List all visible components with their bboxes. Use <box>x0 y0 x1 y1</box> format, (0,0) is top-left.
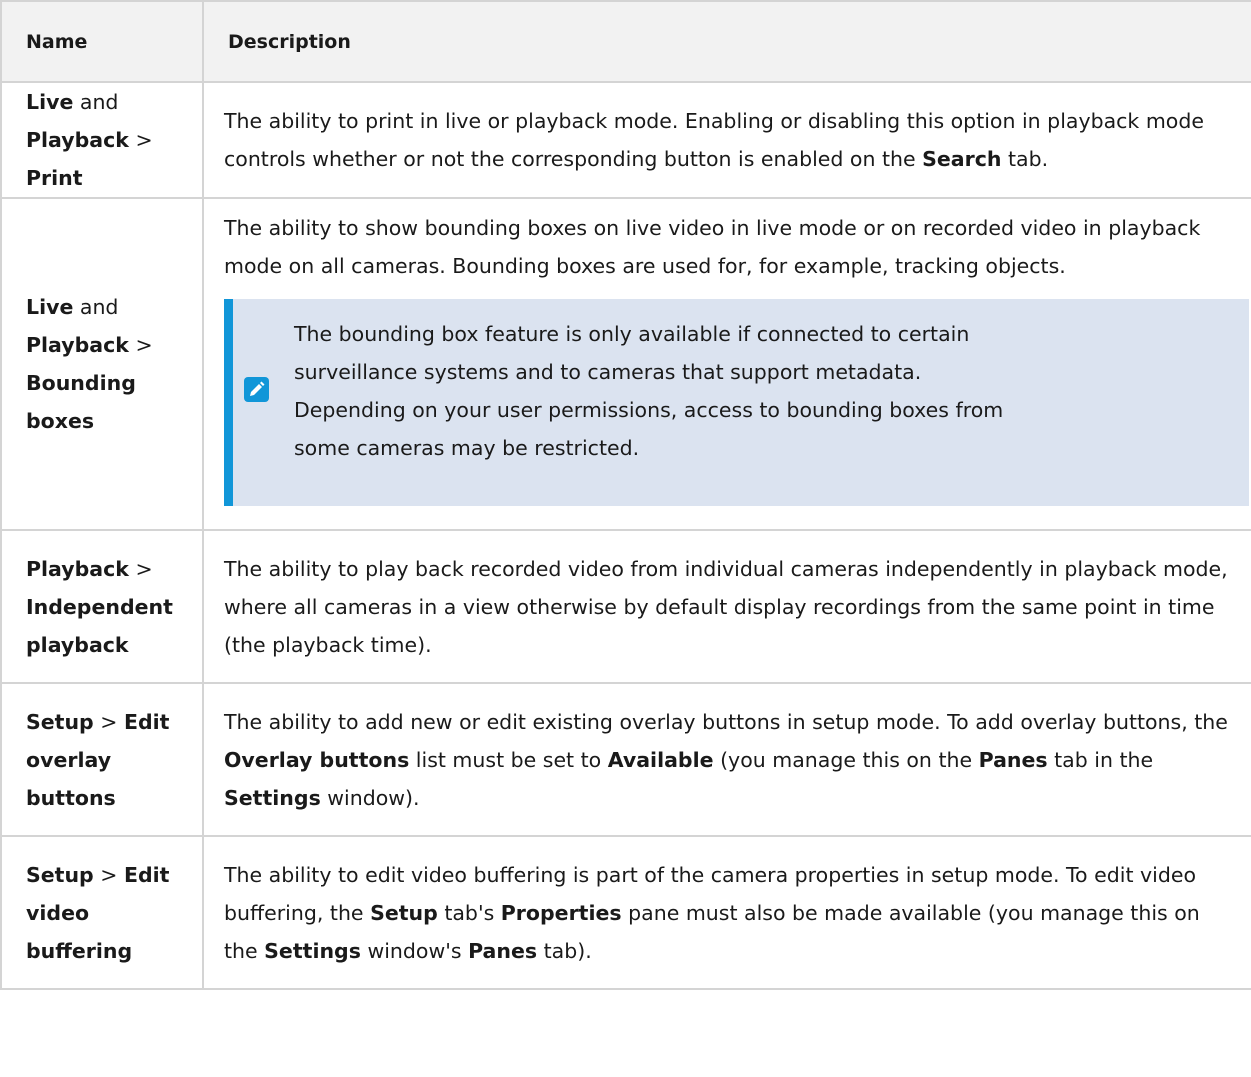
table-row: Live and Playback > Print The ability to… <box>0 82 1251 199</box>
description-part: The ability to add new or edit existing … <box>224 709 1228 734</box>
description-text: The ability to show bounding boxes on li… <box>224 216 1201 278</box>
description-part: window). <box>320 785 420 810</box>
name-part: Setup <box>26 709 94 734</box>
name-part: Independent playback <box>26 594 173 657</box>
description-part: Panes <box>978 747 1048 772</box>
name-part: Playback <box>26 333 129 357</box>
name-part: > <box>128 333 153 357</box>
permission-description: The ability to print in live or playback… <box>202 82 1251 199</box>
name-part: Live <box>26 90 74 114</box>
description-part: Setup <box>370 900 438 925</box>
description-part: Settings <box>264 938 361 963</box>
name-part: Live <box>26 295 74 319</box>
name-part: > <box>128 556 153 581</box>
table-header-row: Name Description <box>0 0 1251 83</box>
permission-description: The ability to edit video buffering is p… <box>202 836 1251 990</box>
description-part: list must be set to <box>409 747 608 772</box>
permission-name: Playback > Independent playback <box>0 530 204 684</box>
name-part: Playback <box>26 128 129 152</box>
permission-name: Setup > Edit video buffering <box>0 836 204 990</box>
name-part: > <box>93 709 124 734</box>
table-row: Setup > Edit video buffering The ability… <box>0 836 1251 990</box>
permission-description: The ability to play back recorded video … <box>202 530 1251 684</box>
name-part: > <box>128 128 153 152</box>
description-part: tab in the <box>1047 747 1154 772</box>
description-part: The ability to play back recorded video … <box>224 556 1228 657</box>
description-part: (you manage this on the <box>713 747 979 772</box>
table-row: Live and Playback > Bounding boxes The a… <box>0 198 1251 531</box>
description-part: window's <box>360 938 469 963</box>
name-part: Playback <box>26 556 129 581</box>
description-part: Properties <box>500 900 622 925</box>
permission-description: The ability to show bounding boxes on li… <box>202 198 1251 531</box>
description-part: The ability to print in live or playback… <box>224 109 1204 171</box>
note-text: The bounding box feature is only availab… <box>294 322 1004 460</box>
name-part: Print <box>26 166 83 190</box>
description-part: Overlay buttons <box>224 747 410 772</box>
name-part: Bounding boxes <box>26 371 136 433</box>
description-part: tab. <box>1001 147 1049 171</box>
description-part: tab's <box>437 900 501 925</box>
table-row: Setup > Edit overlay buttons The ability… <box>0 683 1251 837</box>
column-header-description: Description <box>202 0 1251 83</box>
description-part: Search <box>922 147 1002 171</box>
name-part: and <box>73 90 119 114</box>
permission-name: Live and Playback > Print <box>0 82 204 199</box>
permissions-table: Name Description Live and Playback > Pri… <box>0 0 1251 990</box>
permission-name: Live and Playback > Bounding boxes <box>0 198 204 531</box>
description-part: Settings <box>224 785 321 810</box>
name-part: > <box>93 862 124 887</box>
table-row: Playback > Independent playback The abil… <box>0 530 1251 684</box>
permission-description: The ability to add new or edit existing … <box>202 683 1251 837</box>
pencil-icon <box>244 377 269 402</box>
note-box: The bounding box feature is only availab… <box>224 299 1249 506</box>
description-part: tab). <box>537 938 592 963</box>
name-part: Setup <box>26 862 94 887</box>
column-header-name: Name <box>0 0 204 83</box>
description-part: Panes <box>468 938 538 963</box>
description-part: Available <box>607 747 714 772</box>
name-part: and <box>73 295 119 319</box>
permission-name: Setup > Edit overlay buttons <box>0 683 204 837</box>
